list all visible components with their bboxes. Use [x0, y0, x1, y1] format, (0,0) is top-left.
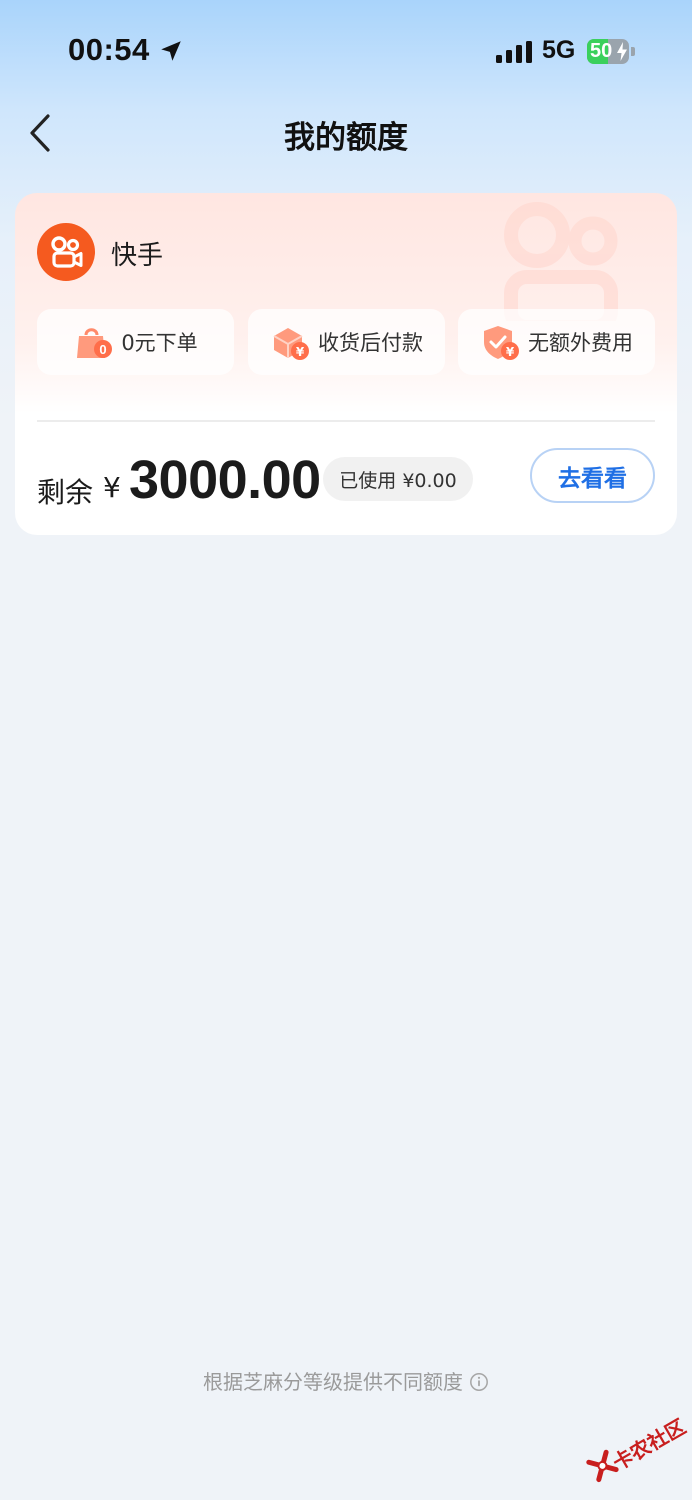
kuaishou-watermark-icon	[504, 202, 618, 321]
status-time: 00:54	[68, 32, 150, 67]
site-watermark: 卡农社区	[577, 1397, 692, 1500]
package-yuan-icon: ¥	[273, 328, 309, 360]
feature-no-extra-fee: ¥ 无额外费用	[458, 309, 655, 375]
watermark-text: 卡农社区	[608, 1414, 690, 1476]
remaining-amount: 3000.00	[129, 450, 321, 510]
svg-text:0: 0	[100, 342, 107, 357]
footer-note-text: 根据芝麻分等级提供不同额度	[203, 1370, 463, 1394]
currency-symbol: ¥	[103, 471, 121, 504]
svg-text:¥: ¥	[296, 345, 305, 359]
kuaishou-logo-icon	[37, 223, 95, 281]
page-title: 我的额度	[284, 120, 408, 156]
feature-label: 0元下单	[121, 331, 198, 355]
feature-zero-down: 0 0元下单	[37, 309, 234, 375]
network-type: 5G	[542, 36, 576, 64]
feature-label: 无额外费用	[528, 331, 633, 355]
credit-card: 快手 0 0元下单 ¥ 收货后付款 ¥ 无额外费用 剩余 ¥ 3000.00 已…	[15, 193, 677, 535]
location-arrow-icon	[161, 41, 181, 61]
charging-bolt-icon	[617, 42, 627, 61]
brand-name: 快手	[111, 241, 164, 271]
view-button[interactable]: 去看看	[530, 448, 655, 503]
back-chevron-icon[interactable]	[24, 112, 58, 154]
svg-text:¥: ¥	[506, 345, 515, 359]
status-bar: 00:54 5G 50	[0, 0, 692, 100]
battery-cap	[631, 47, 635, 56]
battery-icon: 50	[587, 39, 629, 64]
info-circle-icon[interactable]	[469, 1372, 489, 1392]
shopping-bag-icon: 0	[77, 328, 113, 358]
used-amount-badge: 已使用 ¥0.00	[323, 457, 473, 501]
footer-note: 根据芝麻分等级提供不同额度	[0, 1366, 692, 1395]
battery-percent: 50	[590, 40, 613, 62]
card-divider	[37, 420, 655, 422]
remaining-label: 剩余	[37, 476, 94, 509]
feature-pay-after-delivery: ¥ 收货后付款	[248, 309, 445, 375]
feature-label: 收货后付款	[318, 331, 423, 355]
shield-yuan-icon: ¥	[484, 326, 519, 360]
signal-icon	[496, 41, 532, 63]
